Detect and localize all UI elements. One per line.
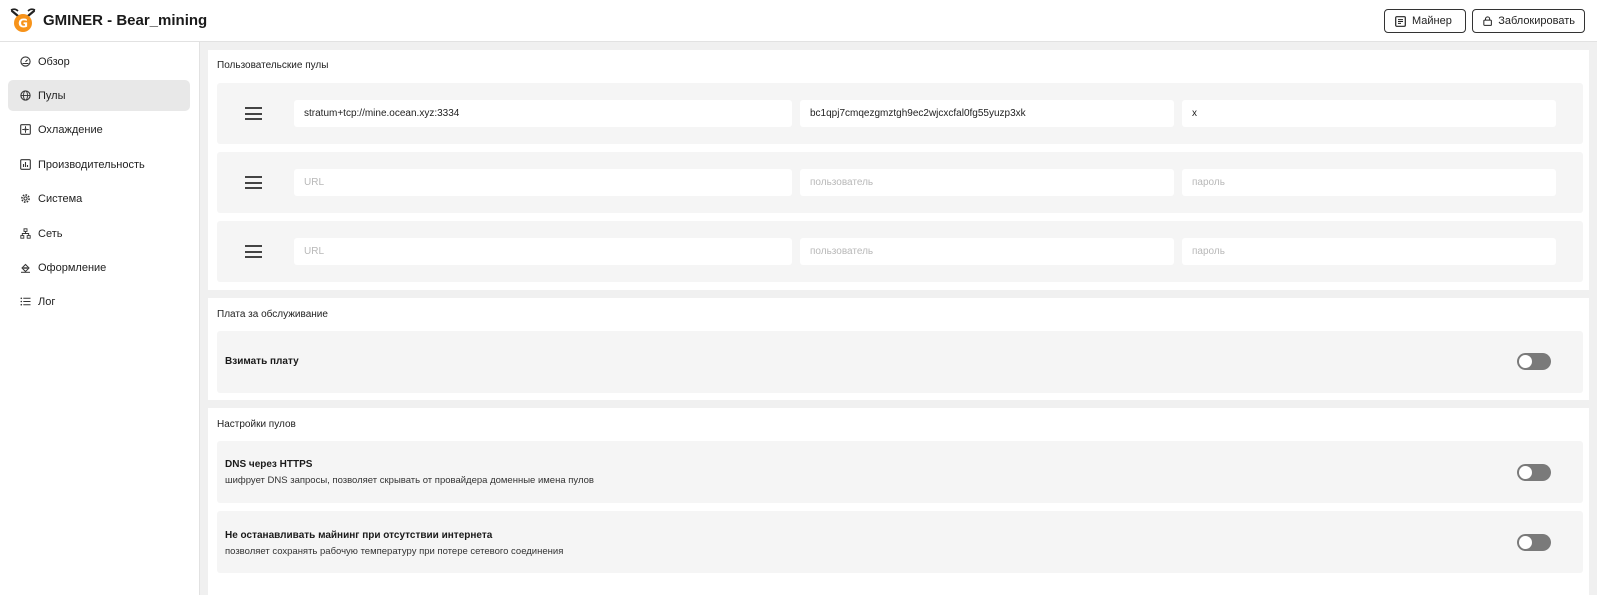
pool-user-input[interactable] [800, 100, 1174, 127]
pool-row [217, 221, 1583, 282]
sidebar-item-label: Оформление [38, 261, 107, 274]
gminer-logo-icon: G [10, 8, 36, 32]
drag-handle-icon[interactable] [245, 107, 262, 120]
miner-button[interactable]: Майнер [1384, 9, 1466, 33]
sidebar: Обзор Пулы Охлаждение Производительность… [0, 42, 200, 595]
sidebar-item-label: Обзор [38, 55, 70, 68]
sidebar-item-label: Лог [38, 295, 56, 308]
paint-icon [21, 263, 30, 273]
pool-url-input[interactable] [294, 100, 792, 127]
sidebar-item-network[interactable]: Сеть [8, 218, 190, 249]
sidebar-item-label: Сеть [38, 227, 63, 240]
sidebar-item-performance[interactable]: Производительность [8, 149, 190, 180]
no-stop-description: позволяет сохранять рабочую температуру … [225, 546, 564, 557]
terminal-icon [1395, 15, 1406, 27]
drag-handle-icon[interactable] [245, 176, 262, 189]
sidebar-item-label: Пулы [38, 89, 66, 102]
setting-row: DNS через HTTPS шифрует DNS запросы, поз… [217, 441, 1583, 503]
top-bar: G GMINER - Bear_mining Майнер Заблокиров… [0, 0, 1597, 42]
pool-user-input[interactable] [800, 238, 1174, 265]
pool-user-input[interactable] [800, 169, 1174, 196]
setting-row: Взимать плату [217, 331, 1583, 393]
doh-description: шифрует DNS запросы, позволяет скрывать … [225, 475, 594, 486]
svg-text:G: G [18, 17, 28, 31]
bar-chart-icon [20, 159, 31, 170]
pool-row [217, 152, 1583, 213]
sidebar-item-overview[interactable]: Обзор [8, 46, 190, 77]
pool-url-input[interactable] [294, 169, 792, 196]
doh-toggle[interactable] [1517, 464, 1551, 481]
pool-settings-title: Настройки пулов [217, 419, 296, 430]
pool-password-input[interactable] [1182, 238, 1556, 265]
sidebar-item-system[interactable]: Система [8, 183, 190, 214]
drag-handle-icon[interactable] [245, 245, 262, 258]
pool-url-input[interactable] [294, 238, 792, 265]
sidebar-item-label: Производительность [38, 158, 145, 171]
pool-password-input[interactable] [1182, 100, 1556, 127]
sidebar-item-label: Система [38, 192, 83, 205]
lock-icon [1483, 16, 1492, 26]
custom-pools-panel: Пользовательские пулы [208, 50, 1589, 290]
globe-icon [20, 90, 31, 101]
app-title: GMINER - Bear_mining [43, 12, 208, 29]
miner-button-label: Майнер [1412, 15, 1452, 27]
custom-pools-title: Пользовательские пулы [217, 60, 329, 71]
sidebar-item-label: Охлаждение [38, 123, 103, 136]
network-icon [20, 228, 31, 239]
lock-button-label: Заблокировать [1498, 15, 1575, 27]
sidebar-item-pools[interactable]: Пулы [8, 80, 190, 111]
lock-button[interactable]: Заблокировать [1472, 9, 1585, 33]
gear-icon [21, 194, 30, 203]
no-stop-label: Не останавливать майнинг при отсутствии … [225, 530, 493, 541]
fan-icon [20, 124, 31, 135]
gauge-icon [20, 56, 31, 67]
charge-fee-label: Взимать плату [225, 356, 299, 367]
pool-row [217, 83, 1583, 144]
no-stop-toggle[interactable] [1517, 534, 1551, 551]
setting-row: Не останавливать майнинг при отсутствии … [217, 511, 1583, 573]
pool-settings-panel: Настройки пулов DNS через HTTPS шифрует … [208, 408, 1589, 595]
service-fee-panel: Плата за обслуживание Взимать плату [208, 298, 1589, 400]
charge-fee-toggle[interactable] [1517, 353, 1551, 370]
doh-label: DNS через HTTPS [225, 459, 313, 470]
sidebar-item-appearance[interactable]: Оформление [8, 252, 190, 283]
sidebar-item-cooling[interactable]: Охлаждение [8, 114, 190, 145]
service-fee-title: Плата за обслуживание [217, 309, 328, 320]
list-icon [20, 297, 31, 306]
sidebar-item-log[interactable]: Лог [8, 286, 190, 317]
pool-password-input[interactable] [1182, 169, 1556, 196]
